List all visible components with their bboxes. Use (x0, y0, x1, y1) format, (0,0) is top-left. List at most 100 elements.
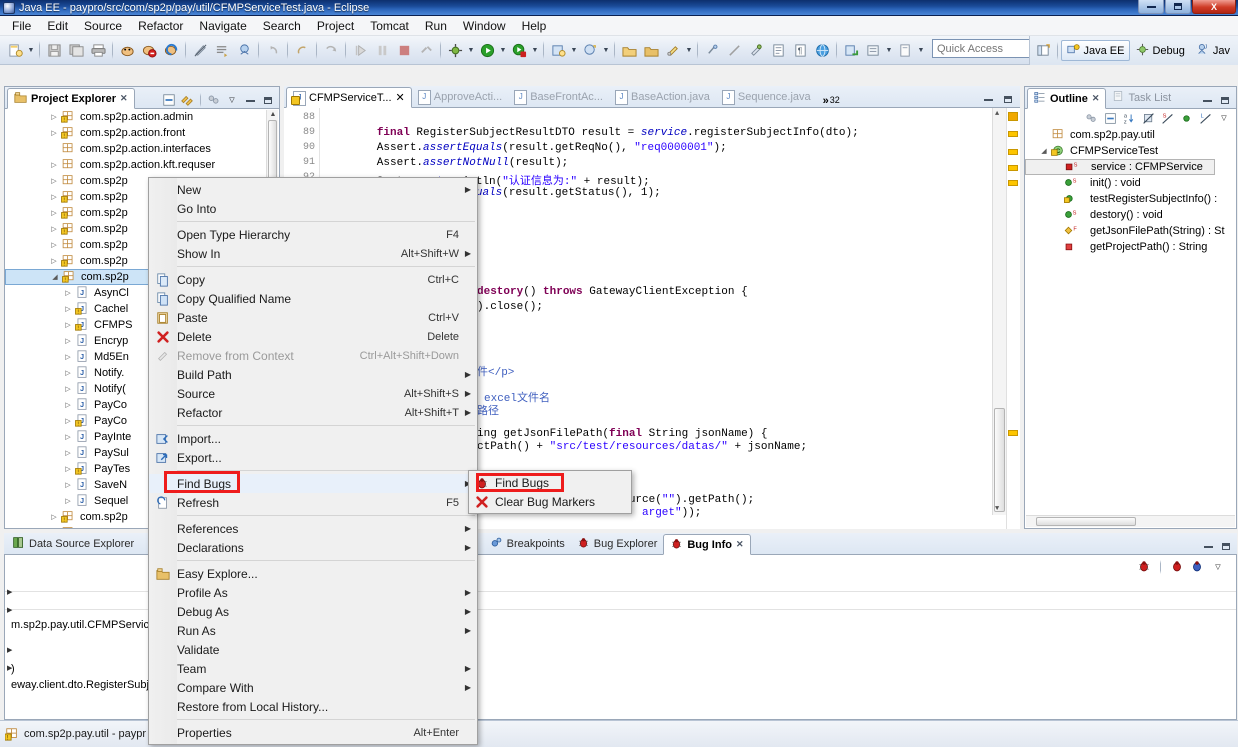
expand-arrow-icon[interactable]: ▷ (47, 129, 61, 137)
code-line[interactable]: 件</p> (477, 363, 514, 379)
expand-arrow-icon[interactable]: ▷ (47, 113, 61, 121)
context-menu-item[interactable]: Refactor Alt+Shift+T ▶ (149, 403, 477, 422)
save-icon[interactable] (43, 39, 65, 61)
new-class-dropdown-icon[interactable]: ▼ (601, 39, 611, 61)
outline-tree[interactable]: com.sp2p.pay.util ◢ C CFMPServiceTest Sservi… (1025, 127, 1236, 514)
minimize-panel-icon[interactable] (1200, 538, 1216, 554)
new-wizard-icon[interactable] (4, 39, 26, 61)
context-menu-item[interactable]: Easy Explore... (149, 564, 477, 583)
expand-arrow-icon[interactable]: ▷ (61, 417, 75, 425)
context-menu-item[interactable]: Find Bugs▶ (149, 474, 477, 493)
editor-tab[interactable]: ApproveActi... (412, 86, 508, 107)
print-icon[interactable] (87, 39, 109, 61)
new-java-class-icon[interactable] (233, 39, 255, 61)
disconnect-icon[interactable] (415, 39, 437, 61)
editor-tab-overflow[interactable]: » 32 (817, 86, 846, 107)
expand-arrow-icon[interactable]: ◢ (48, 273, 62, 281)
context-menu-item[interactable]: Run As ▶ (149, 621, 477, 640)
maximize-view-icon[interactable] (1217, 92, 1233, 108)
code-line[interactable]: ctPath() + "src/test/resources/datas/" +… (477, 441, 807, 453)
context-menu-item[interactable]: Restore from Local History... (149, 697, 477, 716)
terminate-icon[interactable] (393, 39, 415, 61)
minimize-button[interactable] (1138, 0, 1164, 14)
editor-vertical-scrollbar[interactable]: ▲ ▼ (992, 108, 1006, 515)
expand-arrow-icon[interactable]: ▷ (61, 369, 75, 377)
outline-view-menu-icon[interactable]: ▽ (1216, 110, 1232, 126)
minimize-view-icon[interactable] (1199, 92, 1215, 108)
expand-arrow-icon[interactable]: ▷ (61, 481, 75, 489)
task-repository-dropdown-icon[interactable]: ▼ (884, 39, 894, 61)
new-class-wizard-icon[interactable] (579, 39, 601, 61)
minimize-view-icon[interactable] (242, 92, 258, 108)
toggle-mark-occurrences-icon[interactable] (189, 39, 211, 61)
editor-tab[interactable]: BaseAction.java (609, 86, 716, 107)
editor-scrollbar-thumb[interactable] (994, 408, 1005, 512)
view-menu-icon[interactable] (206, 92, 222, 108)
expand-arrow-icon[interactable]: ▷ (61, 353, 75, 361)
debug-launch-icon[interactable] (444, 39, 466, 61)
outline-item[interactable]: getProjectPath() : String (1025, 239, 1236, 255)
expand-arrow-icon[interactable]: ▷ (47, 225, 61, 233)
expand-arrow-icon[interactable]: ▷ (61, 401, 75, 409)
open-type-icon[interactable] (618, 39, 640, 61)
context-menu-item[interactable]: Refresh F5 (149, 493, 477, 512)
tab-task-list[interactable]: Task List (1106, 87, 1177, 108)
expand-arrow-icon[interactable]: ▷ (61, 497, 75, 505)
close-icon[interactable]: ✕ (736, 539, 744, 550)
expand-arrow-icon[interactable]: ▷ (61, 289, 75, 297)
context-menu-item[interactable]: Compare With ▶ (149, 678, 477, 697)
activate-task-icon[interactable] (894, 39, 916, 61)
context-menu-item[interactable]: Import... (149, 429, 477, 448)
show-whitespace-icon[interactable]: ¶ (789, 39, 811, 61)
bug-menu-icon[interactable] (1190, 559, 1204, 576)
run-dropdown-icon[interactable]: ▼ (498, 39, 508, 61)
expand-arrow-icon[interactable]: ▷ (61, 305, 75, 313)
editor-overview-ruler[interactable] (1006, 108, 1020, 529)
outline-item[interactable]: com.sp2p.pay.util (1025, 127, 1236, 143)
context-menu-item[interactable]: Copy Qualified Name (149, 289, 477, 308)
tree-item[interactable]: ▷ com.sp2p.action.kft.requser (5, 157, 279, 173)
open-perspective-icon[interactable] (1032, 40, 1054, 62)
menu-tomcat[interactable]: Tomcat (362, 17, 417, 35)
context-menu-item[interactable]: New ▶ (149, 180, 477, 199)
context-menu-item[interactable]: Open Type Hierarchy F4 (149, 225, 477, 244)
expand-arrow-icon[interactable]: ▷ (47, 257, 61, 265)
tomcat-stop-icon[interactable] (138, 39, 160, 61)
run-launch-icon[interactable] (476, 39, 498, 61)
outline-item[interactable]: ◢ C CFMPServiceTest (1025, 143, 1236, 159)
code-line[interactable]: Assert.assertEquals(result.getReqNo(), "… (324, 142, 727, 154)
tomcat-start-icon[interactable] (116, 39, 138, 61)
open-web-browser-icon[interactable] (811, 39, 833, 61)
expand-arrow-icon[interactable]: ▷ (61, 337, 75, 345)
expand-arrow-icon[interactable]: ▷ (61, 433, 75, 441)
expand-arrow-icon[interactable]: ▷ (47, 193, 61, 201)
menu-file[interactable]: File (4, 17, 39, 35)
tree-item[interactable]: com.sp2p.action.interfaces (5, 141, 279, 157)
external-tools-icon[interactable] (508, 39, 530, 61)
link-with-editor-icon[interactable] (179, 92, 195, 108)
context-menu-item[interactable]: References ▶ (149, 519, 477, 538)
tree-item[interactable]: ▷! com.sp2p.action.front (5, 125, 279, 141)
editor-tab[interactable]: Sequence.java (716, 86, 817, 107)
maximize-panel-icon[interactable] (1218, 538, 1234, 554)
close-button[interactable]: X (1192, 0, 1236, 14)
menu-run[interactable]: Run (417, 17, 455, 35)
close-icon[interactable]: ✕ (120, 93, 128, 104)
context-menu[interactable]: New ▶ Go Into Open Type Hierarchy F4 Show In A… (148, 177, 478, 745)
hide-static-icon[interactable]: S (1159, 110, 1175, 126)
code-line[interactable]: final RegisterSubjectResultDTO result = … (324, 127, 859, 139)
overview-marker[interactable] (1008, 112, 1018, 121)
perspective-java-ee[interactable]: Java EE (1061, 40, 1131, 61)
task-repository-icon[interactable] (862, 39, 884, 61)
context-menu-item[interactable]: Show In Alt+Shift+W ▶ (149, 244, 477, 263)
forward-nav-icon[interactable] (320, 39, 342, 61)
expand-arrow-icon[interactable]: ▷ (47, 177, 61, 185)
submenu-item[interactable]: Clear Bug Markers (469, 492, 631, 511)
redo-icon[interactable] (291, 39, 313, 61)
editor-tab[interactable]: CFMPServiceT... ✕ (286, 87, 412, 108)
expand-arrow-icon[interactable]: ◢ (1037, 147, 1051, 155)
find-bugs-submenu[interactable]: Find Bugs Clear Bug Markers (468, 470, 632, 514)
search-dropdown-icon[interactable]: ▼ (684, 39, 694, 61)
bottom-tab[interactable]: Data Source Explorer (6, 533, 140, 554)
context-menu-item[interactable]: Profile As ▶ (149, 583, 477, 602)
